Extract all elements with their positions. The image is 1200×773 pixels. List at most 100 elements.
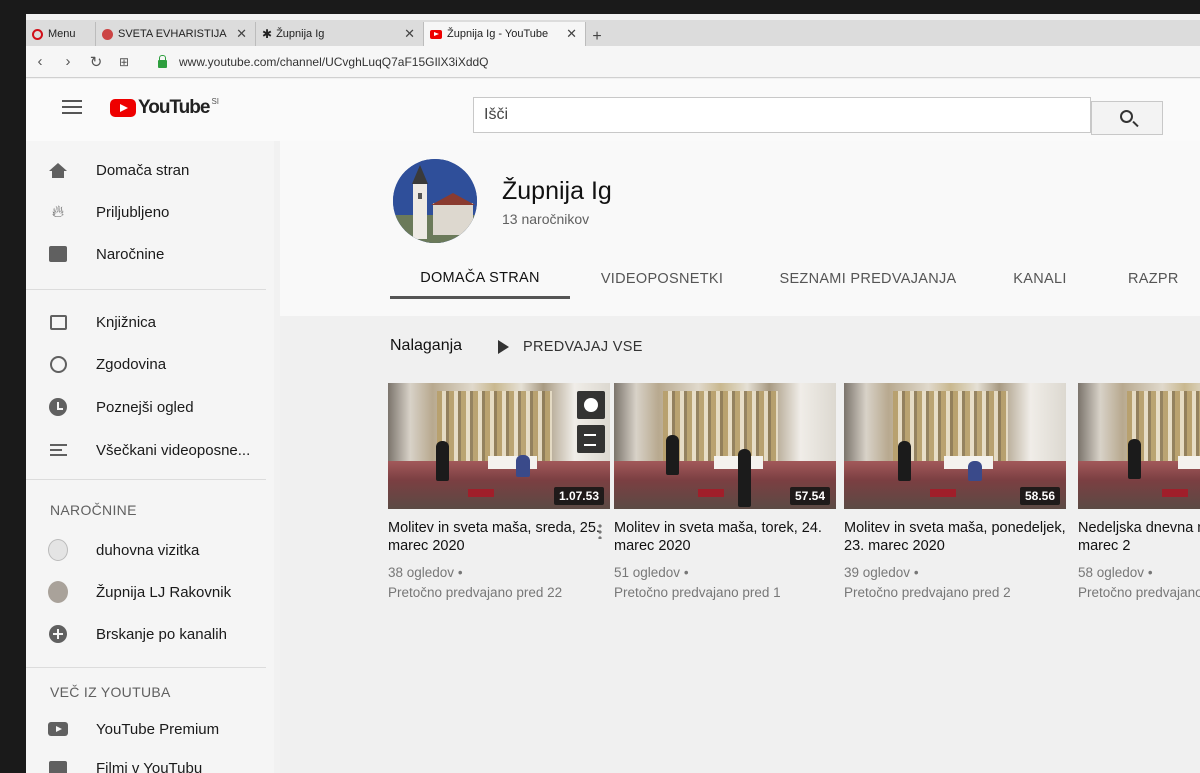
- sidebar-item-films[interactable]: Filmi v YouTubu: [48, 753, 202, 773]
- tab-sveta-evharistija[interactable]: SVETA EVHARISTIJA ✕: [96, 22, 256, 46]
- video-shelf: 1.07.53 Molitev in sveta maša, sreda, 25…: [388, 383, 1200, 623]
- reload-icon[interactable]: ↻: [82, 53, 110, 71]
- liked-list-icon: [48, 440, 68, 460]
- sidebar-item-label: Knjižnica: [96, 313, 157, 331]
- play-icon: [498, 340, 509, 354]
- tab-label: Župnija Ig - YouTube: [447, 28, 549, 40]
- sidebar-item-label: Naročnine: [96, 245, 165, 263]
- sidebar-item-subscriptions[interactable]: Naročnine: [48, 239, 164, 269]
- main-content: Župnija Ig 13 naročnikov DOMAČA STRAN VI…: [280, 141, 1200, 773]
- channel-name: Župnija Ig: [502, 177, 612, 205]
- sidebar-item-history[interactable]: Zgodovina: [48, 349, 166, 379]
- sidebar-item-label: Poznejši ogled: [96, 398, 194, 416]
- video-meta: 39 ogledov • Pretočno predvajano pred 2: [844, 565, 1011, 600]
- sidebar-item-home[interactable]: Domača stran: [48, 155, 189, 185]
- star-favicon-icon: ✱: [262, 27, 273, 41]
- grid-icon[interactable]: ⊞: [110, 55, 138, 69]
- back-icon[interactable]: ‹: [26, 53, 54, 70]
- channel-avatar[interactable]: [393, 159, 477, 243]
- video-streamed: Pretočno predvajano pred 2: [844, 585, 1011, 600]
- play-all-button[interactable]: PREDVAJAJ VSE: [498, 339, 643, 355]
- video-card[interactable]: 58.56 Molitev in sveta maša, ponedeljek,…: [844, 383, 1066, 603]
- screen: Menu SVETA EVHARISTIJA ✕ ✱ Župnija Ig ✕ …: [26, 14, 1200, 773]
- video-title[interactable]: Molitev in sveta maša, sreda, 25. marec …: [388, 519, 610, 555]
- tab-playlists[interactable]: SEZNAMI PREDVAJANJA: [754, 259, 982, 299]
- divider: [26, 667, 266, 668]
- search-input[interactable]: Išči: [473, 97, 1091, 133]
- divider: [26, 479, 266, 480]
- video-duration: 1.07.53: [553, 487, 604, 505]
- video-card[interactable]: 57.54 Molitev in sveta maša, torek, 24. …: [614, 383, 836, 603]
- library-icon: [48, 312, 68, 332]
- video-card[interactable]: Nedeljska dnevna maša, 22. marec 2 58 og…: [1078, 383, 1200, 603]
- tab-discussion[interactable]: RAZPR: [1098, 259, 1198, 299]
- divider: [26, 289, 266, 290]
- sidebar-item-label: Filmi v YouTubu: [96, 759, 203, 773]
- site-favicon-icon: [102, 28, 113, 40]
- add-circle-icon: [48, 624, 68, 644]
- sidebar-item-label: YouTube Premium: [96, 720, 220, 738]
- video-thumbnail[interactable]: 57.54: [614, 383, 836, 509]
- sidebar-item-liked[interactable]: Všečkani videoposne...: [48, 435, 250, 465]
- hamburger-menu-icon[interactable]: [62, 100, 82, 114]
- new-tab-icon[interactable]: +: [586, 28, 608, 46]
- video-views: 38 ogledov: [388, 565, 455, 580]
- search-button[interactable]: [1091, 101, 1163, 135]
- video-thumbnail[interactable]: 58.56: [844, 383, 1066, 509]
- tab-close-icon[interactable]: ✕: [566, 26, 577, 42]
- flame-icon: 🔥︎: [51, 202, 65, 221]
- tab-videos[interactable]: VIDEOPOSNETKI: [570, 259, 754, 299]
- video-thumbnail[interactable]: [1078, 383, 1200, 509]
- sidebar-item-watch-later[interactable]: Poznejši ogled: [48, 392, 194, 422]
- video-meta: 38 ogledov • Pretočno predvajano pred 22: [388, 565, 563, 600]
- url-field[interactable]: www.youtube.com/channel/UCvghLuqQ7aF15GI…: [179, 55, 489, 69]
- sidebar-item-label: Domača stran: [96, 161, 190, 179]
- video-title[interactable]: Molitev in sveta maša, ponedeljek, 23. m…: [844, 519, 1066, 555]
- tab-close-icon[interactable]: ✕: [404, 26, 415, 42]
- sidebar-item-label: Brskanje po kanalih: [96, 625, 227, 643]
- video-thumbnail[interactable]: 1.07.53: [388, 383, 610, 509]
- video-title[interactable]: Nedeljska dnevna maša, 22. marec 2: [1078, 519, 1200, 555]
- sidebar-item-youtube-premium[interactable]: YouTube Premium: [48, 714, 219, 744]
- video-streamed: Pretočno predvajano pred 22: [388, 585, 563, 600]
- tab-home[interactable]: DOMAČA STRAN: [390, 259, 570, 299]
- sidebar-item-library[interactable]: Knjižnica: [48, 307, 156, 337]
- sidebar-item-browse-channels[interactable]: Brskanje po kanalih: [48, 619, 227, 649]
- youtube-premium-icon: [48, 719, 68, 739]
- video-meta: 51 ogledov • Pretočno predvajano pred 1: [614, 565, 781, 600]
- tab-label: SVETA EVHARISTIJA: [118, 28, 227, 40]
- address-bar: ‹ › ↻ ⊞ www.youtube.com/channel/UCvghLuq…: [26, 46, 1200, 78]
- channel-avatar: [48, 539, 68, 561]
- subscriptions-icon: [48, 244, 68, 264]
- uploads-title[interactable]: Nalaganja: [390, 337, 462, 355]
- more-from-youtube-heading: VEČ IZ YOUTUBA: [50, 684, 171, 700]
- search-icon: [1120, 110, 1133, 123]
- youtube-logo[interactable]: YouTube SI: [110, 97, 219, 119]
- watch-later-icon[interactable]: [577, 391, 605, 419]
- church-image: [393, 159, 477, 243]
- film-icon: [48, 758, 68, 773]
- sidebar-channel-zupnija-lj-rakovnik[interactable]: Župnija LJ Rakovnik: [48, 577, 231, 607]
- more-options-icon[interactable]: [598, 523, 602, 539]
- lock-icon: [158, 54, 167, 68]
- opera-menu-tab[interactable]: Menu: [26, 22, 96, 46]
- video-card[interactable]: 1.07.53 Molitev in sveta maša, sreda, 25…: [388, 383, 610, 603]
- sidebar-item-label: duhovna vizitka: [96, 541, 200, 559]
- tab-zupnija-ig[interactable]: ✱ Župnija Ig ✕: [256, 22, 424, 46]
- logo-text: YouTube: [138, 97, 210, 118]
- forward-icon[interactable]: ›: [54, 53, 82, 70]
- sidebar-channel-duhovna-vizitka[interactable]: duhovna vizitka: [48, 535, 199, 565]
- opera-icon: [32, 28, 43, 40]
- tab-channels[interactable]: KANALI: [982, 259, 1098, 299]
- tab-close-icon[interactable]: ✕: [236, 26, 247, 42]
- add-to-queue-icon[interactable]: [577, 425, 605, 453]
- youtube-play-icon: [110, 99, 136, 117]
- channel-avatar: [48, 581, 68, 603]
- sidebar-item-trending[interactable]: 🔥︎ Priljubljeno: [48, 197, 170, 227]
- video-streamed: Pretočno predvajano pred 1: [614, 585, 781, 600]
- channel-header: Župnija Ig 13 naročnikov DOMAČA STRAN VI…: [280, 141, 1200, 316]
- tab-youtube-active[interactable]: Župnija Ig - YouTube ✕: [424, 22, 586, 46]
- video-streamed: Pretočno predvajano: [1078, 585, 1200, 600]
- home-icon: [48, 160, 68, 180]
- video-title[interactable]: Molitev in sveta maša, torek, 24. marec …: [614, 519, 836, 555]
